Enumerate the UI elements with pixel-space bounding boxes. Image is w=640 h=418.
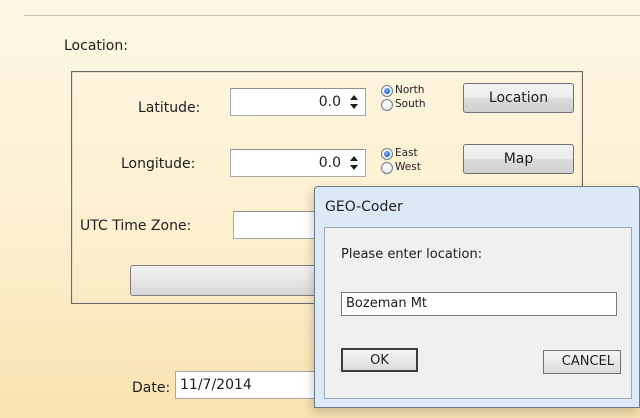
- wide-action-button[interactable]: [130, 265, 320, 296]
- radio-south-label: South: [395, 98, 426, 110]
- geo-coder-dialog: GEO-Coder Please enter location: Bozeman…: [314, 186, 640, 408]
- dialog-prompt: Please enter location:: [341, 247, 483, 262]
- longitude-spinner[interactable]: 0.0: [230, 149, 366, 177]
- latitude-label: Latitude:: [138, 100, 201, 116]
- dialog-title: GEO-Coder: [325, 199, 403, 215]
- radio-north-indicator[interactable]: [381, 85, 393, 97]
- location-input[interactable]: Bozeman Mt: [341, 292, 617, 316]
- longitude-value: 0.0: [318, 155, 341, 171]
- dialog-content: Please enter location: Bozeman Mt OK CAN…: [324, 227, 632, 399]
- app-window: Location: Latitude: 0.0 North South Loca…: [0, 0, 640, 418]
- utc-time-zone-input[interactable]: [233, 211, 323, 239]
- longitude-label: Longitude:: [121, 156, 196, 172]
- utc-time-zone-label: UTC Time Zone:: [80, 218, 192, 234]
- latitude-value: 0.0: [318, 94, 341, 110]
- date-label: Date:: [132, 380, 171, 396]
- location-button[interactable]: Location: [463, 83, 574, 113]
- date-value: 11/7/2014: [180, 377, 252, 393]
- top-divider: [24, 15, 640, 16]
- radio-west-indicator[interactable]: [381, 162, 393, 174]
- date-input[interactable]: 11/7/2014: [175, 371, 315, 399]
- map-button[interactable]: Map: [463, 144, 574, 174]
- location-input-value: Bozeman Mt: [346, 296, 428, 311]
- up-down-arrows-icon[interactable]: [349, 93, 359, 111]
- up-down-arrows-icon[interactable]: [349, 154, 359, 172]
- radio-east-indicator[interactable]: [381, 148, 393, 160]
- radio-north-label: North: [395, 84, 425, 96]
- radio-south-indicator[interactable]: [381, 99, 393, 111]
- latitude-spinner[interactable]: 0.0: [230, 88, 366, 116]
- radio-east-label: East: [395, 147, 418, 159]
- cancel-button[interactable]: CANCEL: [543, 350, 621, 374]
- radio-west-label: West: [395, 161, 421, 173]
- location-section-title: Location:: [64, 38, 128, 54]
- ok-button[interactable]: OK: [341, 348, 418, 372]
